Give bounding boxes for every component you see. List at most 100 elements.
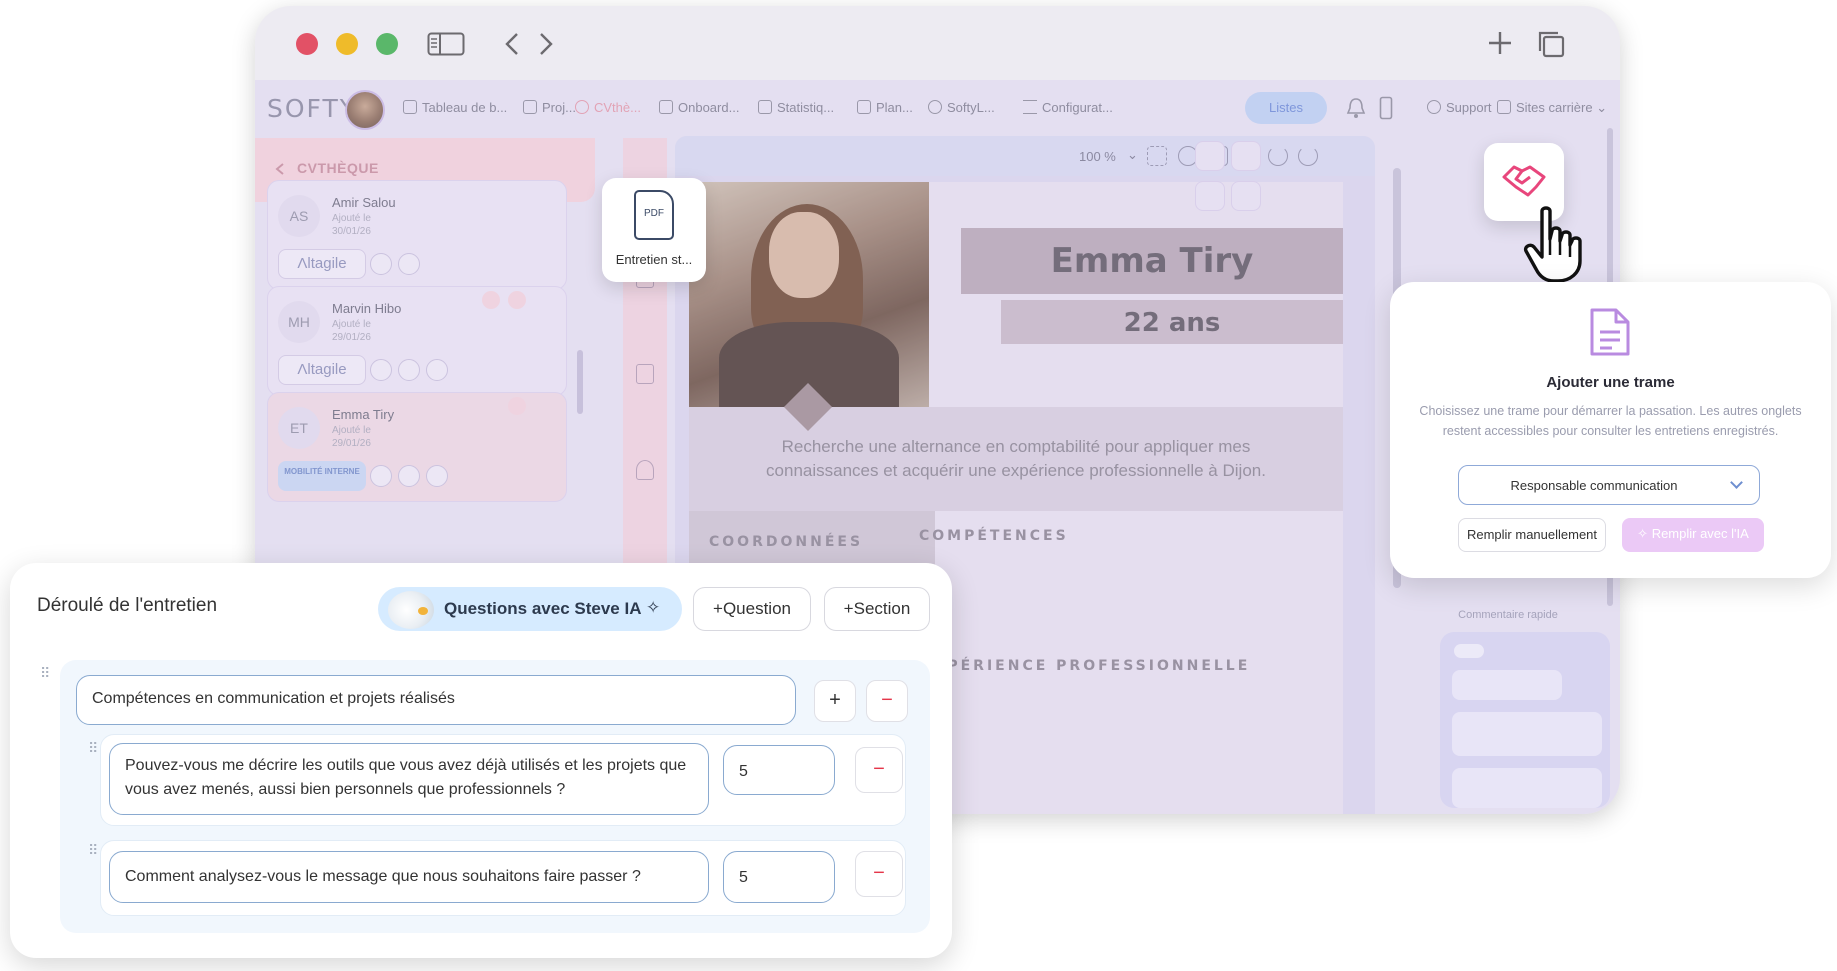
remove-section-button[interactable]: −: [866, 680, 908, 722]
nav-tableau-de-bord[interactable]: Tableau de b...: [403, 100, 507, 115]
calendar-icon[interactable]: [1195, 181, 1225, 211]
quick-comment-box[interactable]: [1440, 632, 1610, 808]
add-comment-row[interactable]: [1452, 670, 1562, 700]
tabs-overview-icon[interactable]: [1537, 30, 1565, 58]
minimize-window-button[interactable]: [336, 33, 358, 55]
bell-icon[interactable]: [1346, 97, 1366, 119]
calendar-icon: [857, 100, 871, 114]
remove-question-button[interactable]: −: [855, 851, 903, 897]
candidate-name: Marvin Hibo: [332, 301, 402, 316]
question-text-field[interactable]: Pouvez-vous me décrire les outils que vo…: [109, 743, 709, 815]
handshake-icon: [1502, 165, 1546, 197]
briefcase-icon[interactable]: [370, 359, 392, 381]
candidate-name: Amir Salou: [332, 195, 396, 210]
new-tab-icon[interactable]: [1487, 30, 1513, 56]
candidate-added-label: Ajouté le 30/01/26: [332, 213, 371, 237]
nav-onboarding[interactable]: Onboard...: [659, 100, 739, 115]
candidate-added-label: Ajouté le 29/01/26: [332, 319, 371, 343]
support-icon: [1427, 100, 1441, 114]
sparkle-icon: ✧: [646, 598, 661, 617]
candidate-initials: AS: [278, 195, 320, 237]
file-sync-icon[interactable]: [398, 465, 420, 487]
zoom-level[interactable]: 100 %: [1079, 149, 1116, 164]
chevron-left-icon[interactable]: [275, 162, 285, 176]
history-icon[interactable]: [398, 253, 420, 275]
briefcase-icon[interactable]: [370, 253, 392, 275]
phone-icon[interactable]: [1379, 96, 1393, 120]
question-row: Pouvez-vous me décrire les outils que vo…: [100, 734, 906, 826]
close-window-button[interactable]: [296, 33, 318, 55]
section-title-field[interactable]: Compétences en communication et projets …: [76, 675, 796, 725]
question-text-field[interactable]: Comment analysez-vous le message que nou…: [109, 851, 709, 903]
sidebar-toggle-icon[interactable]: [427, 32, 465, 56]
nav-softylearn[interactable]: SoftyL...: [928, 100, 995, 115]
nav-projets[interactable]: Proj...: [523, 100, 576, 115]
checklist-icon[interactable]: [1231, 141, 1261, 171]
briefcase-icon[interactable]: [370, 465, 392, 487]
maximize-window-button[interactable]: [376, 33, 398, 55]
plus-icon: +: [713, 599, 723, 618]
mobility-tag[interactable]: MOBILITÉ INTERNE: [278, 461, 366, 491]
rotate-right-icon[interactable]: [1298, 146, 1318, 166]
list-scrollbar[interactable]: [577, 350, 583, 414]
add-comment-row[interactable]: [1452, 712, 1602, 756]
drag-handle-icon[interactable]: ⠿: [88, 843, 98, 857]
sparkle-icon: ✧: [1637, 526, 1652, 541]
candidate-card-selected[interactable]: ET Emma Tiry Ajouté le 29/01/26 MOBILITÉ …: [267, 392, 567, 502]
history-icon[interactable]: [426, 465, 448, 487]
person-icon[interactable]: [636, 460, 654, 480]
chart-icon: [758, 100, 772, 114]
cv-age-band: 22 ans: [1001, 300, 1343, 344]
company-tag[interactable]: Λltagile: [278, 249, 366, 279]
zoom-chevron-icon[interactable]: ⌄: [1127, 147, 1138, 163]
cv-name-band: Emma Tiry: [961, 228, 1343, 294]
listes-button[interactable]: Listes: [1245, 92, 1327, 124]
back-arrow-icon[interactable]: [505, 32, 519, 56]
company-tag[interactable]: Λltagile: [278, 355, 366, 385]
question-score-field[interactable]: 5: [723, 851, 835, 903]
cv-name: Emma Tiry: [1050, 241, 1254, 281]
fill-manually-button[interactable]: Remplir manuellement: [1458, 518, 1606, 552]
file-sync-icon[interactable]: [398, 359, 420, 381]
history-icon[interactable]: [426, 359, 448, 381]
forward-arrow-icon[interactable]: [539, 32, 553, 56]
candidate-card[interactable]: AS Amir Salou Ajouté le 30/01/26 Λltagile: [267, 180, 567, 290]
quick-comment-label: Commentaire rapide: [1458, 609, 1558, 621]
nav-statistiques[interactable]: Statistiq...: [758, 100, 834, 115]
template-select[interactable]: Responsable communication: [1458, 465, 1760, 505]
pdf-file-icon: PDF: [634, 190, 674, 240]
remove-question-button[interactable]: −: [855, 747, 903, 793]
drag-handle-icon[interactable]: ⠿: [88, 741, 98, 755]
sites-carriere-link[interactable]: Sites carrière ⌄: [1497, 100, 1607, 116]
fill-with-ai-button[interactable]: ✧ Remplir avec l'IA: [1622, 518, 1764, 552]
template-title: Ajouter une trame: [1546, 374, 1675, 391]
cv-section-competences: COMPÉTENCES: [919, 528, 1069, 544]
cv-section-coordonnees: COORDONNÉES: [709, 534, 864, 550]
steve-ia-button[interactable]: Questions avec Steve IA ✧: [378, 587, 682, 631]
meeting-icon[interactable]: [1231, 181, 1261, 211]
nav-configuration[interactable]: Configurat...: [1023, 100, 1113, 115]
rotate-left-icon[interactable]: [1268, 146, 1288, 166]
book-icon: [659, 100, 673, 114]
question-score-field[interactable]: 5: [723, 745, 835, 795]
document-icon: [1590, 308, 1630, 356]
add-question-button[interactable]: +Question: [693, 587, 811, 631]
add-subquestion-button[interactable]: +: [814, 680, 856, 722]
user-avatar[interactable]: [345, 90, 385, 130]
nav-cvtheque[interactable]: CVthè...: [575, 100, 641, 115]
comment-area[interactable]: [1452, 768, 1602, 808]
file-add-icon[interactable]: [636, 364, 654, 384]
support-link[interactable]: Support: [1427, 100, 1492, 115]
grid-icon: [403, 100, 417, 114]
fullscreen-icon[interactable]: [1147, 146, 1167, 166]
add-section-button[interactable]: +Section: [824, 587, 930, 631]
toggle-switch[interactable]: [1454, 644, 1484, 658]
mail-icon[interactable]: [1195, 141, 1225, 171]
candidate-card[interactable]: MH Marvin Hibo Ajouté le 29/01/26 Λltagil…: [267, 286, 567, 396]
drag-handle-icon[interactable]: ⠿: [40, 666, 50, 680]
nav-planning[interactable]: Plan...: [857, 100, 913, 115]
compass-icon: [928, 100, 942, 114]
pdf-document-card[interactable]: PDF Entretien st...: [602, 178, 706, 282]
interview-flow-card: Déroulé de l'entretien Questions avec St…: [10, 563, 952, 958]
question-row: Comment analysez-vous le message que nou…: [100, 840, 906, 916]
